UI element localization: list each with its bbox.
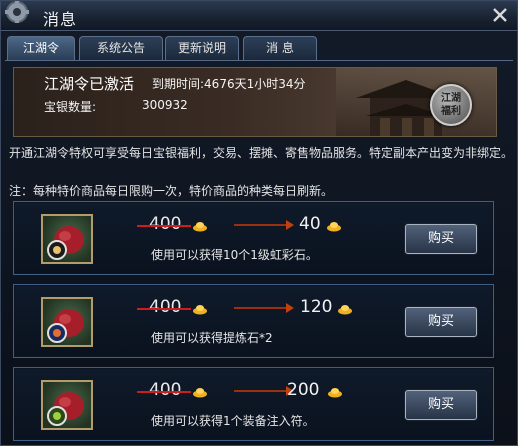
gold-ingot-icon [328,388,342,398]
item-description: 使用可以获得10个1级虹彩石。 [151,248,318,262]
jianghuling-banner: 江湖令已激活 到期时间:4676天1小时34分 宝银数量: 300932 江湖福… [13,67,497,137]
window-title: 消息 [43,10,78,29]
expire-time: 到期时间:4676天1小时34分 [152,77,306,91]
gold-ingot-icon [327,222,341,232]
pavilion-artwork [336,68,496,136]
shop-item: 400 40 使用可以获得10个1级虹彩石。 购买 [13,201,494,275]
original-price-value: 400 [149,214,182,234]
gold-ingot-icon [193,222,207,232]
tab-messages[interactable]: 消 息 [243,36,317,60]
buy-button[interactable]: 购买 [405,390,477,420]
discount-price: 40 [299,214,321,234]
arrow-right-icon [234,220,294,230]
original-price: 400 [137,380,191,400]
original-price: 400 [137,297,191,317]
tab-divider [5,60,513,61]
tab-jianghuling[interactable]: 江湖令 [7,36,75,60]
close-icon[interactable] [491,6,509,24]
silver-value: 300932 [142,98,188,112]
tab-label: 系统公告 [96,41,145,55]
buy-button[interactable]: 购买 [405,307,477,337]
red-pouch-icon[interactable] [41,380,93,430]
seal-text: 江湖 福利 [441,93,461,117]
original-price: 400 [137,214,191,234]
strikethrough-line [137,225,191,227]
tab-update-notes[interactable]: 更新说明 [165,36,239,60]
buy-button[interactable]: 购买 [405,224,477,254]
gold-ingot-icon [193,388,207,398]
strikethrough-line [137,308,191,310]
tab-system-announcement[interactable]: 系统公告 [79,36,163,60]
message-window: 消息 江湖令 系统公告 更新说明 消 息 江湖令已激活 到期时间:4676天1小… [0,0,518,446]
red-pouch-icon[interactable] [41,297,93,347]
activation-status: 江湖令已激活 [44,75,135,93]
shop-item: 400 200 使用可以获得1个装备注入符。 购买 [13,367,494,441]
title-bar: 消息 [1,1,517,31]
welfare-seal-icon[interactable]: 江湖 福利 [430,84,472,126]
arrow-right-icon [234,303,294,313]
purchase-note: 注：每种特价商品每日限购一次，特价商品的种类每日刷新。 [9,184,334,198]
item-description: 使用可以获得1个装备注入符。 [151,414,315,428]
arrow-right-icon [234,386,294,396]
strikethrough-line [137,391,191,393]
original-price-value: 400 [149,380,182,400]
gold-ingot-icon [338,305,352,315]
tab-label: 更新说明 [177,41,226,55]
tab-label: 消 息 [266,41,294,55]
item-description: 使用可以获得提炼石*2 [151,331,273,345]
shop-item: 400 120 使用可以获得提炼石*2 购买 [13,284,494,358]
original-price-value: 400 [149,297,182,317]
privilege-description: 开通江湖令特权可享受每日宝银福利，交易、摆摊、寄售物品服务。特定副本产出变为非绑… [9,146,514,160]
gear-icon [5,1,29,23]
red-pouch-icon[interactable] [41,214,93,264]
silver-label: 宝银数量: [44,100,97,114]
tab-label: 江湖令 [22,41,59,55]
discount-price: 200 [287,380,320,400]
gold-ingot-icon [193,305,207,315]
discount-price: 120 [300,297,333,317]
